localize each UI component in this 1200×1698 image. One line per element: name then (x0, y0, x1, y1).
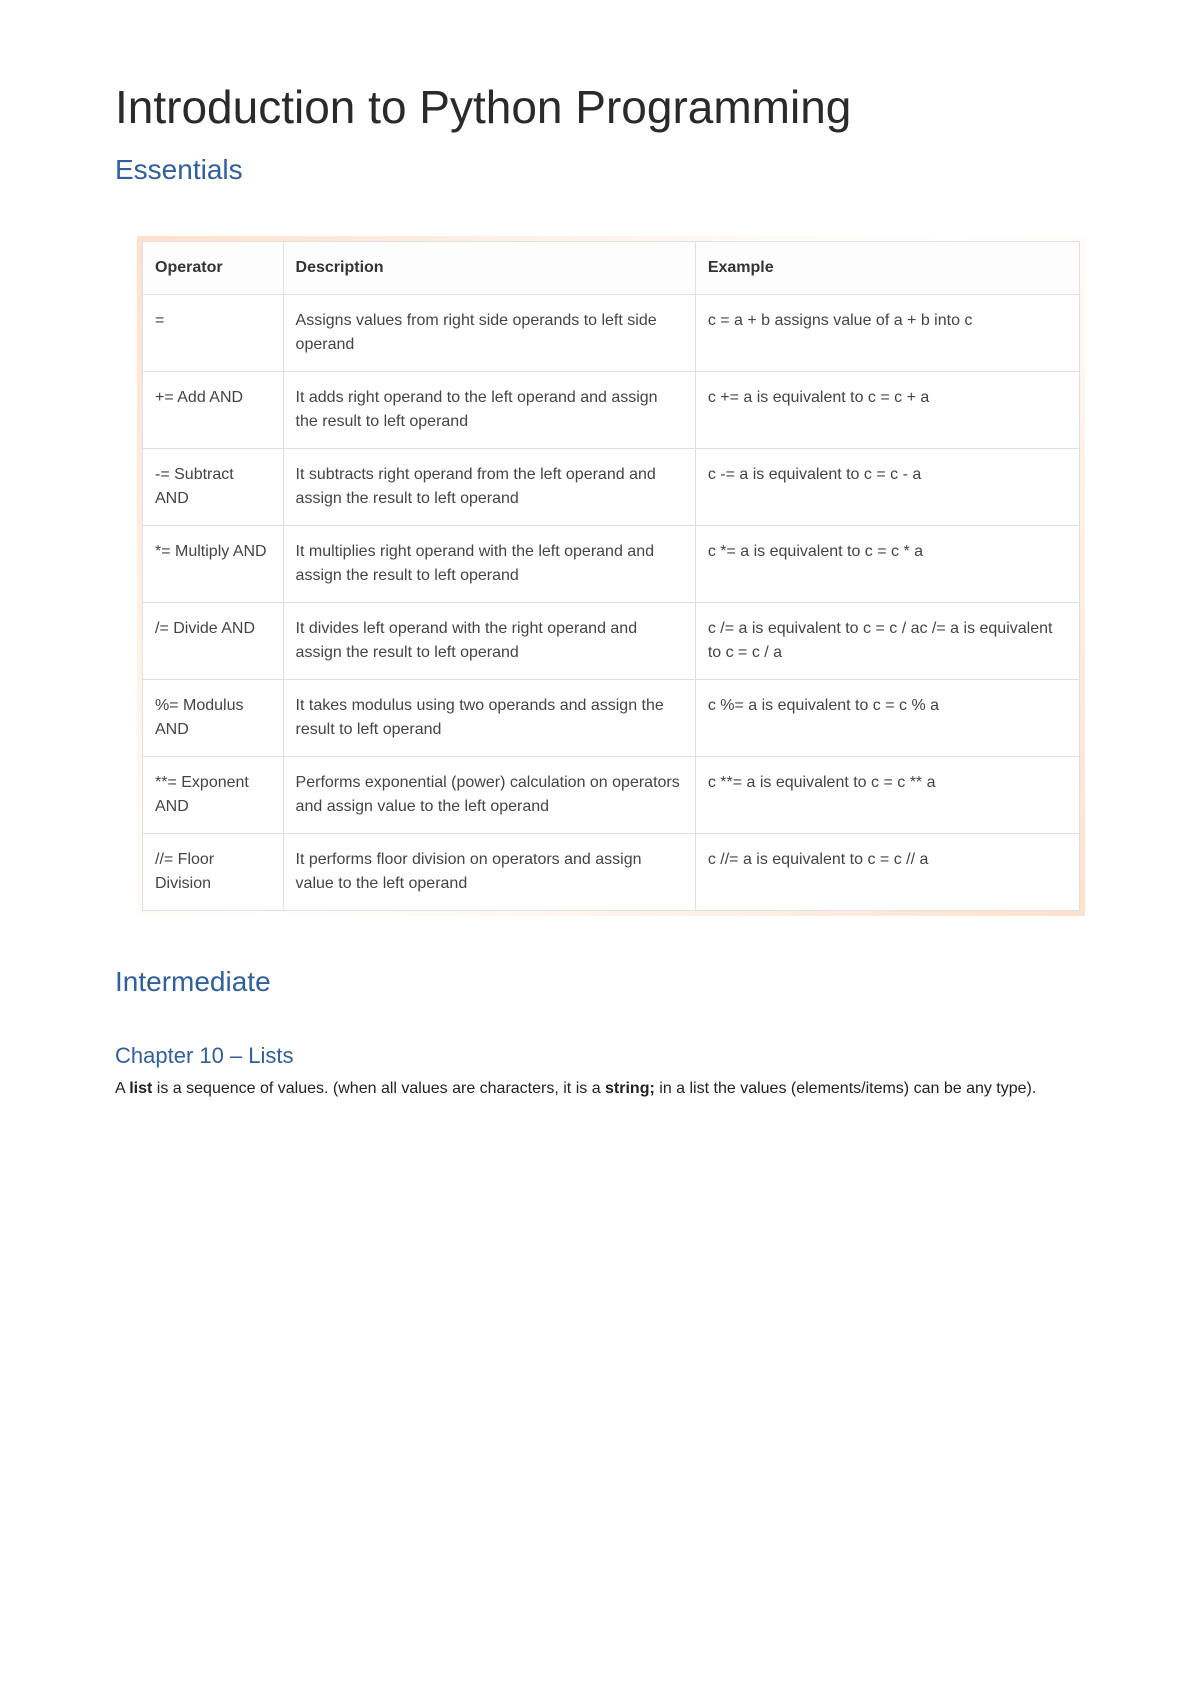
table-row: **= Exponent AND Performs exponential (p… (143, 757, 1080, 834)
paragraph-text: A (115, 1080, 129, 1097)
table-row: %= Modulus AND It takes modulus using tw… (143, 680, 1080, 757)
cell-operator: -= Subtract AND (143, 449, 284, 526)
cell-operator: //= Floor Division (143, 834, 284, 911)
page-title: Introduction to Python Programming (115, 80, 1085, 134)
paragraph-text: in a list the values (elements/items) ca… (655, 1080, 1037, 1097)
header-description: Description (283, 242, 695, 295)
cell-description: It divides left operand with the right o… (283, 603, 695, 680)
cell-description: It performs floor division on operators … (283, 834, 695, 911)
table-row: -= Subtract AND It subtracts right opera… (143, 449, 1080, 526)
operators-table: Operator Description Example = Assigns v… (142, 241, 1080, 911)
chapter10-heading: Chapter 10 – Lists (115, 1043, 1085, 1069)
table-row: *= Multiply AND It multiplies right oper… (143, 526, 1080, 603)
intermediate-heading: Intermediate (115, 966, 1085, 998)
cell-example: c //= a is equivalent to c = c // a (695, 834, 1079, 911)
cell-description: Performs exponential (power) calculation… (283, 757, 695, 834)
table-row: //= Floor Division It performs floor div… (143, 834, 1080, 911)
table-header-row: Operator Description Example (143, 242, 1080, 295)
cell-example: c %= a is equivalent to c = c % a (695, 680, 1079, 757)
table-row: /= Divide AND It divides left operand wi… (143, 603, 1080, 680)
cell-operator: %= Modulus AND (143, 680, 284, 757)
cell-example: c **= a is equivalent to c = c ** a (695, 757, 1079, 834)
cell-example: c *= a is equivalent to c = c * a (695, 526, 1079, 603)
cell-operator: **= Exponent AND (143, 757, 284, 834)
cell-example: c += a is equivalent to c = c + a (695, 372, 1079, 449)
cell-example: c -= a is equivalent to c = c - a (695, 449, 1079, 526)
table-row: = Assigns values from right side operand… (143, 295, 1080, 372)
paragraph-bold-list: list (129, 1080, 152, 1097)
cell-description: It subtracts right operand from the left… (283, 449, 695, 526)
cell-description: Assigns values from right side operands … (283, 295, 695, 372)
cell-description: It multiplies right operand with the lef… (283, 526, 695, 603)
cell-operator: += Add AND (143, 372, 284, 449)
cell-operator: *= Multiply AND (143, 526, 284, 603)
cell-operator: /= Divide AND (143, 603, 284, 680)
header-operator: Operator (143, 242, 284, 295)
cell-description: It adds right operand to the left operan… (283, 372, 695, 449)
cell-operator: = (143, 295, 284, 372)
paragraph-bold-string: string; (605, 1080, 655, 1097)
cell-example: c = a + b assigns value of a + b into c (695, 295, 1079, 372)
operators-table-wrapper: Operator Description Example = Assigns v… (137, 236, 1085, 916)
chapter10-paragraph: A list is a sequence of values. (when al… (115, 1077, 1085, 1101)
paragraph-text: is a sequence of values. (when all value… (152, 1080, 605, 1097)
table-row: += Add AND It adds right operand to the … (143, 372, 1080, 449)
cell-description: It takes modulus using two operands and … (283, 680, 695, 757)
essentials-heading: Essentials (115, 154, 1085, 186)
cell-example: c /= a is equivalent to c = c / ac /= a … (695, 603, 1079, 680)
header-example: Example (695, 242, 1079, 295)
